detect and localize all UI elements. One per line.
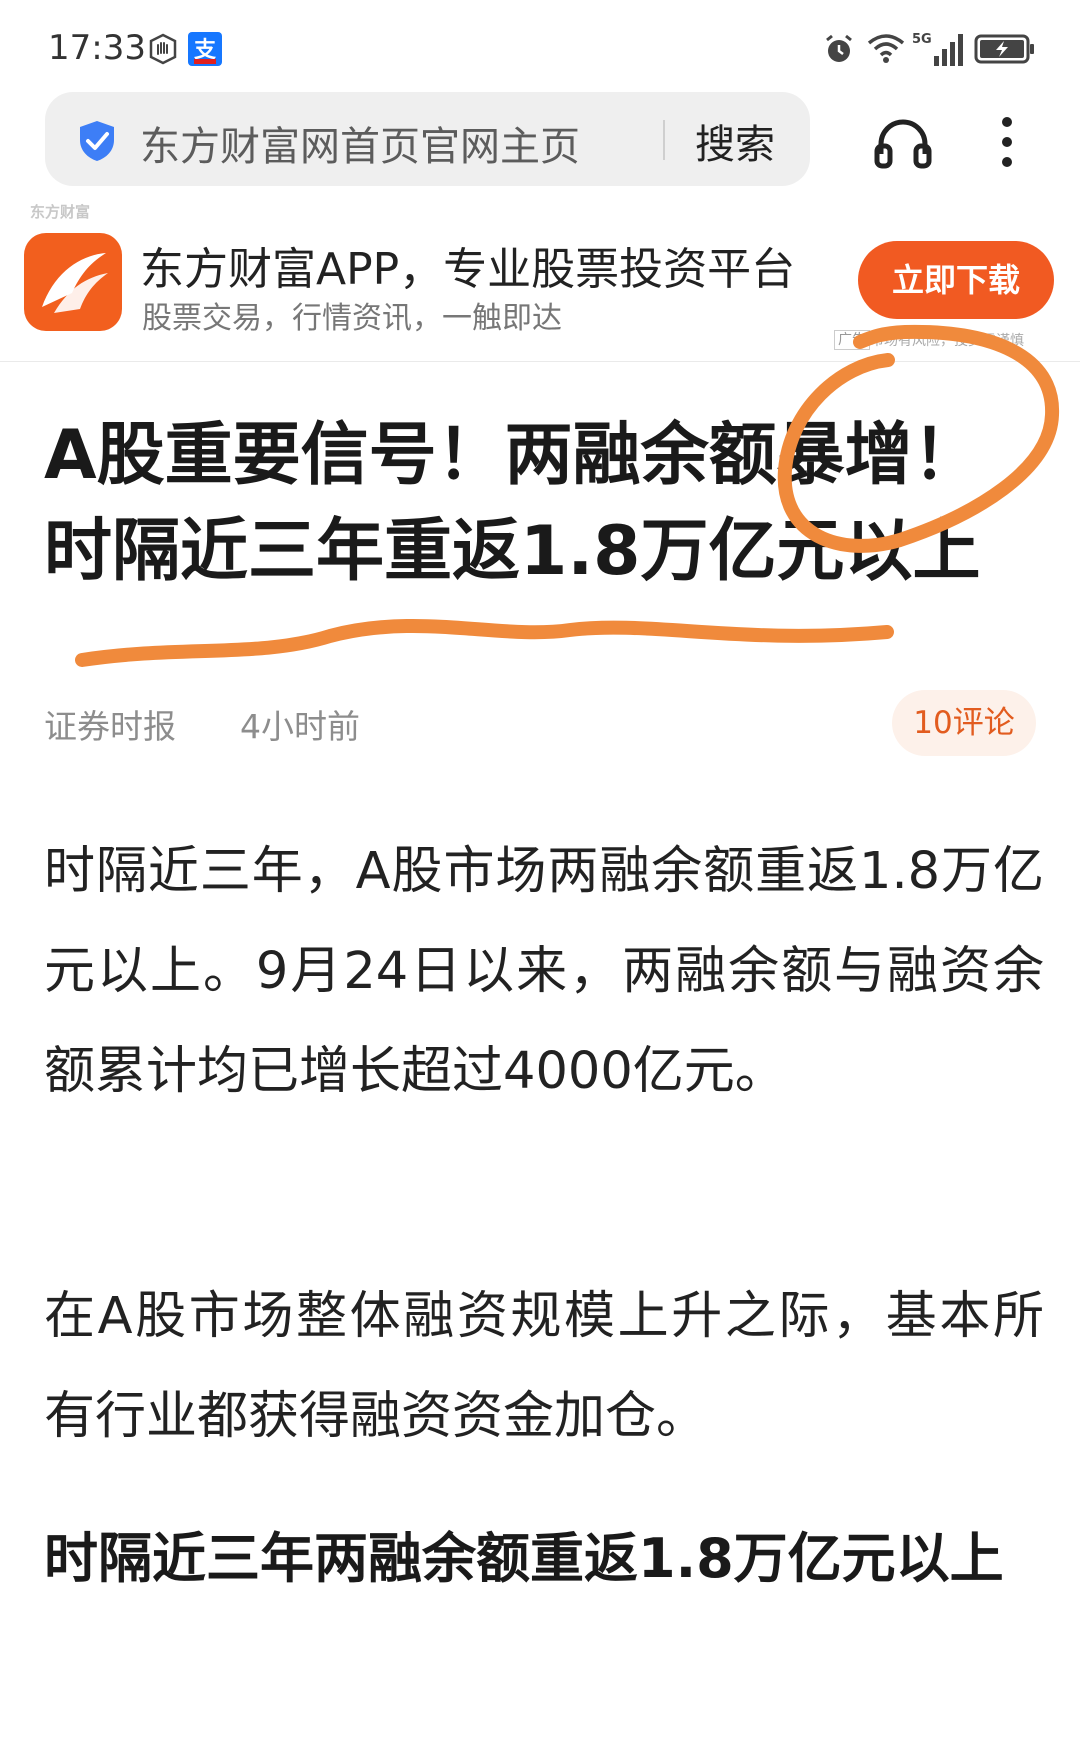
search-button[interactable]: 搜索 (695, 112, 775, 170)
ad-banner[interactable]: 东方财富 东方财富APP，专业股票投资平台 股票交易，行情资讯，一触即达 立即下… (0, 195, 1080, 362)
ad-brand-mini-logo: 东方财富 (30, 203, 91, 221)
article-paragraph: 时隔近三年，A股市场两融余额重返1.8万亿元以上。9月24日以来，两融余额与融资… (44, 842, 1044, 1101)
download-button[interactable]: 立即下载 (858, 241, 1054, 319)
wifi-icon (866, 32, 906, 68)
search-bar[interactable]: 东方财富网首页官网主页 搜索 (45, 92, 810, 186)
article-headline: A股重要信号！两融余额暴增！时隔近三年重返1.8万亿元以上 (44, 416, 981, 591)
annotation-underline (75, 618, 894, 667)
ad-label-badge: 广告 (834, 330, 870, 350)
article-paragraph: 在A股市场整体融资规模上升之际，基本所有行业都获得融资资金加仓。 (44, 1287, 1044, 1446)
gesture-hand-icon (146, 32, 180, 70)
battery-icon (974, 34, 1036, 68)
app-logo-icon (24, 233, 122, 331)
status-time: 17:33 (48, 28, 146, 68)
alarm-icon (822, 32, 856, 70)
search-divider (663, 120, 665, 160)
more-options-icon[interactable] (995, 112, 1019, 176)
ad-title: 东方财富APP，专业股票投资平台 (140, 244, 796, 295)
article-time: 4小时前 (240, 707, 360, 746)
shield-check-icon (77, 119, 117, 167)
ad-risk-disclaimer: 市场有风险，投资需谨慎 (870, 333, 1024, 349)
comments-button[interactable]: 10评论 (892, 690, 1036, 756)
ad-subtitle: 股票交易，行情资讯，一触即达 (142, 301, 562, 336)
article-source[interactable]: 证券时报 (44, 700, 176, 748)
status-bar: 17:33 支 5G (0, 0, 1080, 92)
alipay-icon: 支 (188, 32, 222, 70)
browser-toolbar: 东方财富网首页官网主页 搜索 (0, 92, 1080, 192)
article-subheading: 时隔近三年两融余额重返1.8万亿元以上 (44, 1527, 1004, 1590)
headphones-icon[interactable] (873, 114, 933, 174)
cellular-signal-icon: 5G (912, 30, 964, 72)
network-type-label: 5G (912, 32, 932, 47)
search-input[interactable]: 东方财富网首页官网主页 (140, 114, 580, 172)
